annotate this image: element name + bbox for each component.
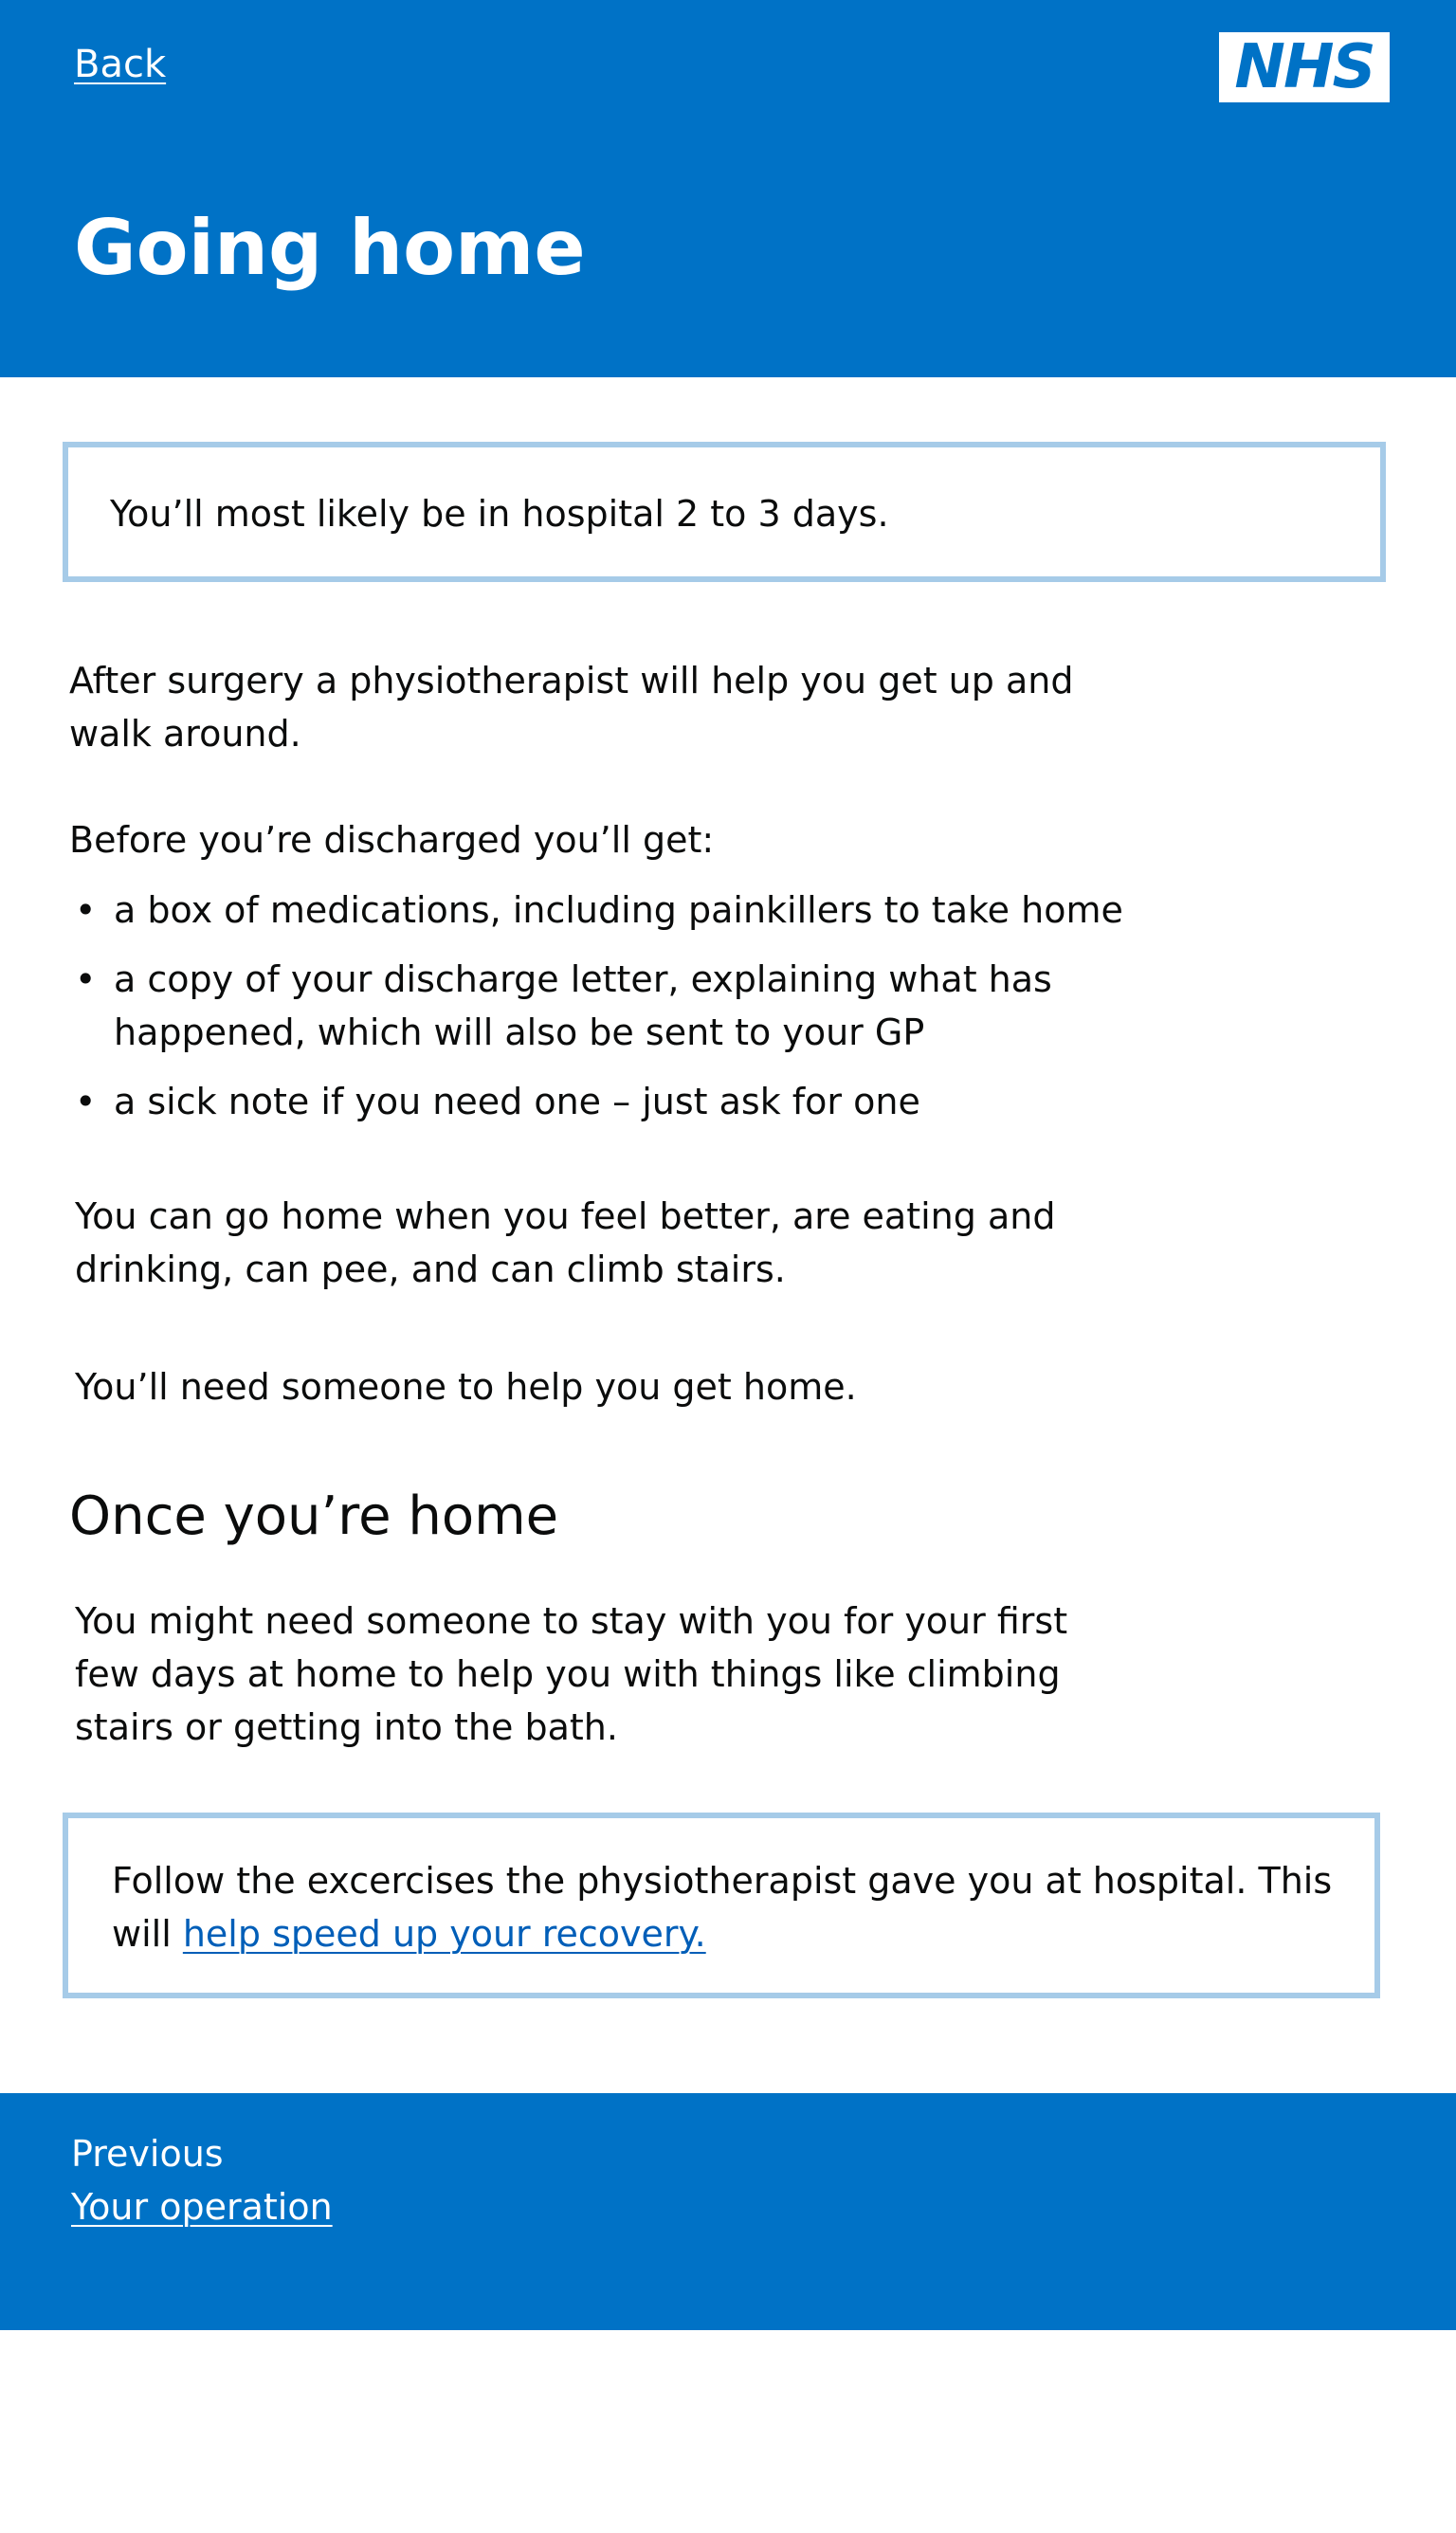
list-item: • a copy of your discharge letter, explai… (69, 953, 1131, 1059)
nhs-logo: NHS (1219, 32, 1390, 102)
bullet-icon: • (75, 889, 97, 931)
previous-page-link[interactable]: Your operation (71, 2180, 333, 2233)
physio-paragraph: After surgery a physiotherapist will hel… (69, 660, 1074, 755)
list-item-text: a sick note if you need one – just ask f… (114, 1081, 920, 1122)
need-someone-paragraph: You’ll need someone to help you get home… (75, 1366, 857, 1408)
nhs-logo-text: NHS (1234, 32, 1375, 102)
list-item-text: a box of medications, including painkill… (114, 889, 1123, 931)
previous-label: Previous (71, 2133, 224, 2175)
list-item-text: a copy of your discharge letter, explain… (114, 958, 1052, 1053)
list-item: • a box of medications, including painkil… (69, 884, 1131, 937)
bullet-icon: • (75, 958, 97, 1000)
discharge-list: • a box of medications, including painkil… (69, 884, 1131, 1144)
recovery-link[interactable]: help speed up your recovery. (183, 1913, 706, 1955)
once-home-heading: Once you’re home (69, 1485, 559, 1547)
hospital-stay-inset: You’ll most likely be in hospital 2 to 3… (63, 442, 1386, 582)
bullet-icon: • (75, 1081, 97, 1122)
pagination-nav: Previous Your operation (0, 2093, 1456, 2330)
list-item: • a sick note if you need one – just ask … (69, 1075, 1131, 1128)
page-header: Back NHS Going home (0, 0, 1456, 377)
stay-paragraph: You might need someone to stay with you … (75, 1600, 1068, 1748)
page-title: Going home (74, 204, 586, 292)
go-home-paragraph: You can go home when you feel better, ar… (75, 1195, 1056, 1290)
exercises-inset: Follow the excercises the physiotherapis… (63, 1813, 1380, 1998)
hospital-stay-text: You’ll most likely be in hospital 2 to 3… (110, 493, 889, 535)
discharge-intro: Before you’re discharged you’ll get: (69, 819, 715, 861)
exercises-text: Follow the excercises the physiotherapis… (112, 1854, 1363, 1960)
back-link[interactable]: Back (74, 43, 166, 86)
